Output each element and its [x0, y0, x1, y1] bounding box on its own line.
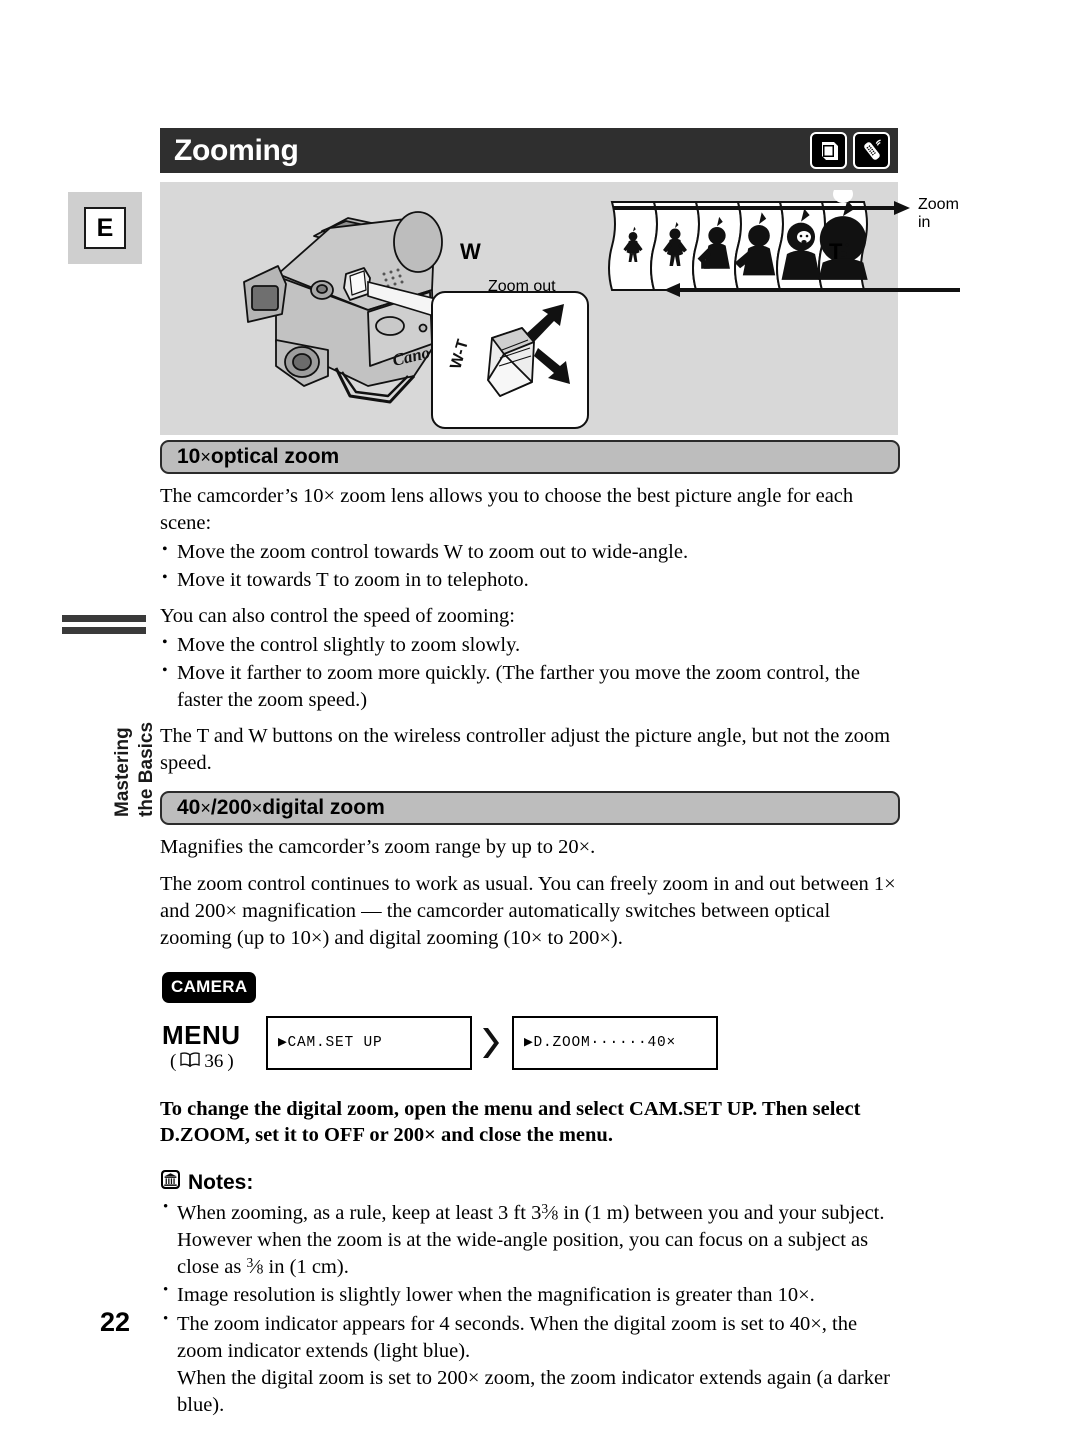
heading-value-2: /200: [210, 796, 252, 820]
reference-paren-close: ): [227, 1050, 234, 1072]
heading-multiplier: ×: [200, 446, 211, 467]
wireless-controller-paragraph: The T and W buttons on the wireless cont…: [160, 725, 891, 775]
list-item: Move the zoom control towards W to zoom …: [160, 539, 900, 566]
wide-angle-letter: W: [460, 239, 481, 264]
optical-intro-paragraph: The camcorder’s 10× zoom lens allows you…: [160, 485, 854, 535]
heading-text: optical zoom: [210, 445, 340, 468]
reference-paren-open: (: [170, 1050, 177, 1072]
notes-heading: Notes:: [160, 1169, 900, 1196]
reference-page-number: 36: [204, 1050, 224, 1072]
list-item: When zooming, as a rule, keep at least 3…: [160, 1198, 900, 1281]
wireless-controller-icon: [853, 132, 890, 169]
optical-bullet-list-1: Move the zoom control towards W to zoom …: [160, 539, 900, 594]
side-tab-label-line2: the Basics: [136, 721, 157, 817]
note-text-1: When zooming, as a rule, keep at least 3…: [177, 1200, 885, 1279]
side-tab-bar-top: [62, 615, 146, 622]
book-icon: [180, 1051, 201, 1073]
side-tab-bar-bottom: [62, 627, 146, 634]
list-item: Image resolution is slightly lower when …: [160, 1281, 900, 1309]
page-header: Zooming: [160, 128, 898, 173]
telephoto-letter: T: [829, 239, 843, 264]
note-text-3: The zoom indicator appears for 4 seconds…: [177, 1312, 890, 1417]
menu-step-2[interactable]: ▶D.ZOOM······40×: [512, 1015, 718, 1070]
section-heading-digital-zoom: 40 ×/200 × digital zoom: [160, 791, 900, 826]
camera-mode-badge: CAMERA: [162, 971, 257, 1003]
header-icon-group: [810, 132, 890, 169]
zoom-speed-paragraph: You can also control the speed of zoomin…: [160, 605, 515, 628]
tape-cassette-icon: [810, 132, 847, 169]
section-heading-optical-zoom: 10 × optical zoom: [160, 440, 900, 474]
page-title: Zooming: [174, 133, 299, 167]
heading-multiplier: ×: [200, 797, 211, 818]
memo-icon: [160, 1169, 181, 1196]
zoom-out-arrow: [664, 283, 960, 297]
language-mark-box: E: [68, 192, 142, 264]
side-tab-label-line1: Mastering: [112, 727, 133, 817]
main-content: 10 × optical zoom The camcorder’s 10× zoo…: [160, 440, 900, 1420]
heading-value: 10: [177, 445, 201, 468]
zoom-in-arrow: [614, 201, 910, 215]
digital-zoom-paragraph-1: Magnifies the camcorder’s zoom range by …: [160, 836, 596, 859]
menu-page-reference: ( 36): [170, 1051, 234, 1073]
illustration-panel: Canon W-T Zoom in Zoom out W T: [160, 182, 960, 435]
zoom-in-label: Zoom in: [918, 196, 959, 231]
menu-flow-block: CAMERA MENU ( 36) ▶CAM.SET UP ▶D.ZOOM···…: [160, 971, 900, 1080]
heading-multiplier-2: ×: [251, 797, 263, 818]
language-mark-letter: E: [84, 207, 126, 249]
menu-step-1[interactable]: ▶CAM.SET UP: [266, 1015, 472, 1070]
chevron-right-icon: [481, 1026, 503, 1060]
heading-value: 40: [177, 796, 201, 820]
side-tab: Mastering the Basics: [62, 615, 158, 817]
notes-heading-text: Notes:: [188, 1170, 254, 1194]
notes-list: When zooming, as a rule, keep at least 3…: [160, 1198, 900, 1420]
optical-bullet-list-2: Move the control slightly to zoom slowly…: [160, 632, 900, 714]
heading-text: digital zoom: [262, 796, 385, 820]
list-item: Move it farther to zoom more quickly. (T…: [160, 660, 900, 714]
menu-label: MENU: [162, 1019, 241, 1050]
zoom-out-label: Zoom out: [488, 278, 556, 295]
list-item: Move it towards T to zoom in to telephot…: [160, 567, 900, 594]
digital-zoom-paragraph-2: The zoom control continues to work as us…: [160, 872, 896, 949]
list-item: Move the control slightly to zoom slowly…: [160, 632, 900, 659]
list-item: The zoom indicator appears for 4 seconds…: [160, 1310, 900, 1420]
page-number: 22: [100, 1307, 131, 1337]
zoom-rocker-callout: W-T: [431, 291, 589, 429]
instruction-text: To change the digital zoom, open the men…: [160, 1097, 861, 1147]
menu-step-sequence: ▶CAM.SET UP ▶D.ZOOM······40×: [266, 1015, 718, 1070]
